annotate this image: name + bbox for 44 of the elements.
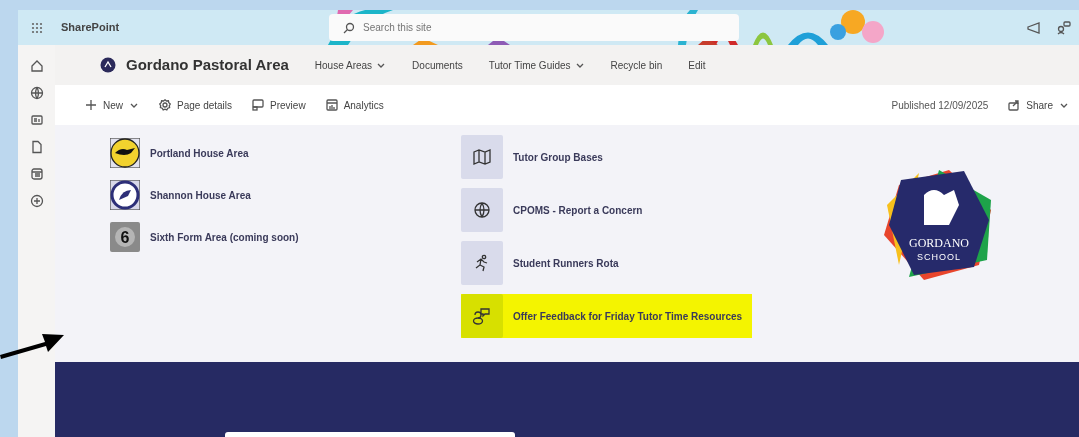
- link-item[interactable]: Shannon House Area: [110, 180, 425, 210]
- link-item[interactable]: CPOMS - Report a Concern: [461, 188, 653, 232]
- add-icon[interactable]: [29, 194, 44, 208]
- link-item[interactable]: Offer Feedback for Friday Tutor Time Resources: [461, 294, 753, 338]
- globe-icon[interactable]: [29, 86, 44, 100]
- house-logo-icon: [110, 180, 140, 210]
- home-icon[interactable]: [29, 59, 44, 73]
- gear-icon: [159, 99, 171, 111]
- nav-link[interactable]: Edit: [688, 57, 706, 73]
- toolbar-button[interactable]: Page details: [159, 97, 233, 113]
- share-button[interactable]: Share: [1008, 97, 1069, 113]
- link-item[interactable]: 6 Sixth Form Area (coming soon): [110, 222, 425, 252]
- house-logo-icon: [110, 138, 140, 168]
- site-logo-icon: [100, 57, 116, 73]
- file-icon[interactable]: [29, 140, 44, 154]
- search-field[interactable]: Search this site: [329, 14, 740, 41]
- nav-link[interactable]: Recycle bin: [610, 57, 663, 73]
- people-icon[interactable]: [1057, 21, 1071, 36]
- published-date: Published 12/09/2025: [891, 98, 989, 113]
- search-icon: [343, 21, 356, 34]
- nav-link[interactable]: Tutor Time Guides: [488, 57, 585, 73]
- preview-icon: [252, 99, 265, 111]
- chart-icon: [325, 99, 338, 111]
- search-input[interactable]: Search this site: [363, 20, 664, 35]
- nav-link[interactable]: House Areas: [314, 57, 387, 73]
- globe-icon: [472, 201, 492, 219]
- toolbar-button[interactable]: New: [85, 97, 139, 113]
- nav-link[interactable]: Documents: [412, 57, 463, 73]
- app-launcher-icon[interactable]: [30, 21, 43, 34]
- toolbar-button[interactable]: Analytics: [325, 97, 384, 113]
- toolbar-button[interactable]: Preview: [252, 97, 306, 113]
- megaphone-icon[interactable]: [1027, 22, 1041, 35]
- link-item[interactable]: Portland House Area: [110, 138, 425, 168]
- share-icon: [1008, 99, 1021, 111]
- site-title: Gordano Pastoral Area: [126, 54, 289, 75]
- number-tile-icon: 6: [110, 222, 140, 252]
- list-icon[interactable]: [29, 167, 44, 181]
- link-item[interactable]: Student Runners Rota: [461, 241, 629, 285]
- app-name[interactable]: SharePoint: [61, 19, 120, 36]
- news-icon[interactable]: [29, 113, 44, 127]
- map-icon: [472, 148, 492, 166]
- chat-bubbles-icon: [472, 307, 492, 325]
- plus-icon: [85, 99, 97, 111]
- link-item[interactable]: Tutor Group Bases: [461, 135, 613, 179]
